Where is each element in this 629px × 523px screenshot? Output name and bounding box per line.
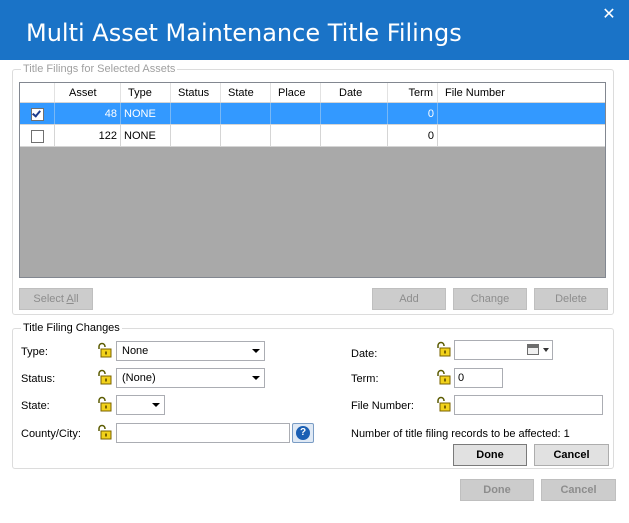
status-label: Status: xyxy=(21,373,56,385)
title-bar: Multi Asset Maintenance Title Filings ✕ xyxy=(0,0,629,60)
row-checkbox[interactable] xyxy=(31,108,44,121)
close-icon[interactable]: ✕ xyxy=(601,6,617,24)
status-select-value: (None) xyxy=(122,372,156,384)
lock-icon[interactable] xyxy=(96,424,112,440)
header-type[interactable]: Type xyxy=(121,83,171,102)
cell-asset: 122 xyxy=(55,125,121,146)
term-label: Term: xyxy=(351,373,379,385)
status-select[interactable]: (None) xyxy=(116,368,265,388)
filings-group-legend: Title Filings for Selected Assets xyxy=(21,62,178,76)
header-checkbox-column xyxy=(20,83,55,102)
header-state[interactable]: State xyxy=(221,83,271,102)
cell-date xyxy=(321,125,388,146)
cell-state xyxy=(221,103,271,124)
select-all-label-pre: Select xyxy=(33,293,67,305)
lock-icon[interactable] xyxy=(96,342,112,358)
header-file-number[interactable]: File Number xyxy=(438,83,605,102)
header-date[interactable]: Date xyxy=(321,83,388,102)
table-row[interactable]: 122 NONE 0 xyxy=(20,125,605,147)
cancel-button[interactable]: Cancel xyxy=(541,479,616,501)
date-label: Date: xyxy=(351,348,378,360)
county-city-input[interactable] xyxy=(116,423,290,443)
affected-records-text: Number of title filing records to be aff… xyxy=(351,427,570,441)
cell-place xyxy=(271,125,321,146)
lock-icon[interactable] xyxy=(435,341,451,357)
type-select-value: None xyxy=(122,345,149,357)
changes-cancel-button[interactable]: Cancel xyxy=(534,444,609,466)
header-status[interactable]: Status xyxy=(171,83,221,102)
type-label: Type: xyxy=(21,346,48,358)
affected-records-label: Number of title filing records to be aff… xyxy=(351,428,561,440)
type-select[interactable]: None xyxy=(116,341,265,361)
changes-group-legend: Title Filing Changes xyxy=(21,321,122,335)
cell-type: NONE xyxy=(121,103,171,124)
grid-header: Asset Type Status State Place Date Term … xyxy=(20,83,605,103)
date-picker[interactable] xyxy=(454,340,553,360)
done-button[interactable]: Done xyxy=(460,479,534,501)
term-input[interactable]: 0 xyxy=(454,368,503,388)
row-checkbox-cell xyxy=(20,103,55,124)
county-city-label: County/City: xyxy=(21,428,81,440)
filings-grid[interactable]: Asset Type Status State Place Date Term … xyxy=(19,82,606,278)
cell-type: NONE xyxy=(121,125,171,146)
select-all-label-post: ll xyxy=(73,293,79,305)
cell-place xyxy=(271,103,321,124)
cell-date xyxy=(321,103,388,124)
cell-state xyxy=(221,125,271,146)
state-label: State: xyxy=(21,400,50,412)
file-number-input[interactable] xyxy=(454,395,603,415)
cell-term: 0 xyxy=(388,103,438,124)
change-button[interactable]: Change xyxy=(453,288,527,310)
cell-file-number xyxy=(438,125,605,146)
header-asset[interactable]: Asset xyxy=(55,83,121,102)
row-checkbox[interactable] xyxy=(31,130,44,143)
cell-term: 0 xyxy=(388,125,438,146)
chevron-down-icon xyxy=(252,376,260,380)
checkmark-icon xyxy=(32,108,41,118)
cell-file-number xyxy=(438,103,605,124)
changes-done-button[interactable]: Done xyxy=(453,444,527,466)
chevron-down-icon xyxy=(252,349,260,353)
chevron-down-icon xyxy=(152,403,160,407)
lock-icon[interactable] xyxy=(435,369,451,385)
calendar-icon xyxy=(527,344,539,355)
delete-button[interactable]: Delete xyxy=(534,288,608,310)
lock-icon[interactable] xyxy=(435,396,451,412)
cell-status xyxy=(171,103,221,124)
lock-icon[interactable] xyxy=(96,369,112,385)
chevron-down-icon xyxy=(543,348,549,352)
select-all-button[interactable]: Select All xyxy=(19,288,93,310)
add-button[interactable]: Add xyxy=(372,288,446,310)
file-number-label: File Number: xyxy=(351,400,414,412)
cell-asset: 48 xyxy=(55,103,121,124)
window-title: Multi Asset Maintenance Title Filings xyxy=(26,19,462,47)
cell-status xyxy=(171,125,221,146)
row-checkbox-cell xyxy=(20,125,55,146)
state-select[interactable] xyxy=(116,395,165,415)
help-icon: ? xyxy=(296,426,310,440)
header-term[interactable]: Term xyxy=(388,83,438,102)
lock-icon[interactable] xyxy=(96,396,112,412)
affected-records-count: 1 xyxy=(563,428,570,440)
table-row[interactable]: 48 NONE 0 xyxy=(20,103,605,125)
header-place[interactable]: Place xyxy=(271,83,321,102)
help-button[interactable]: ? xyxy=(292,423,314,443)
select-all-label-key: A xyxy=(66,293,74,305)
